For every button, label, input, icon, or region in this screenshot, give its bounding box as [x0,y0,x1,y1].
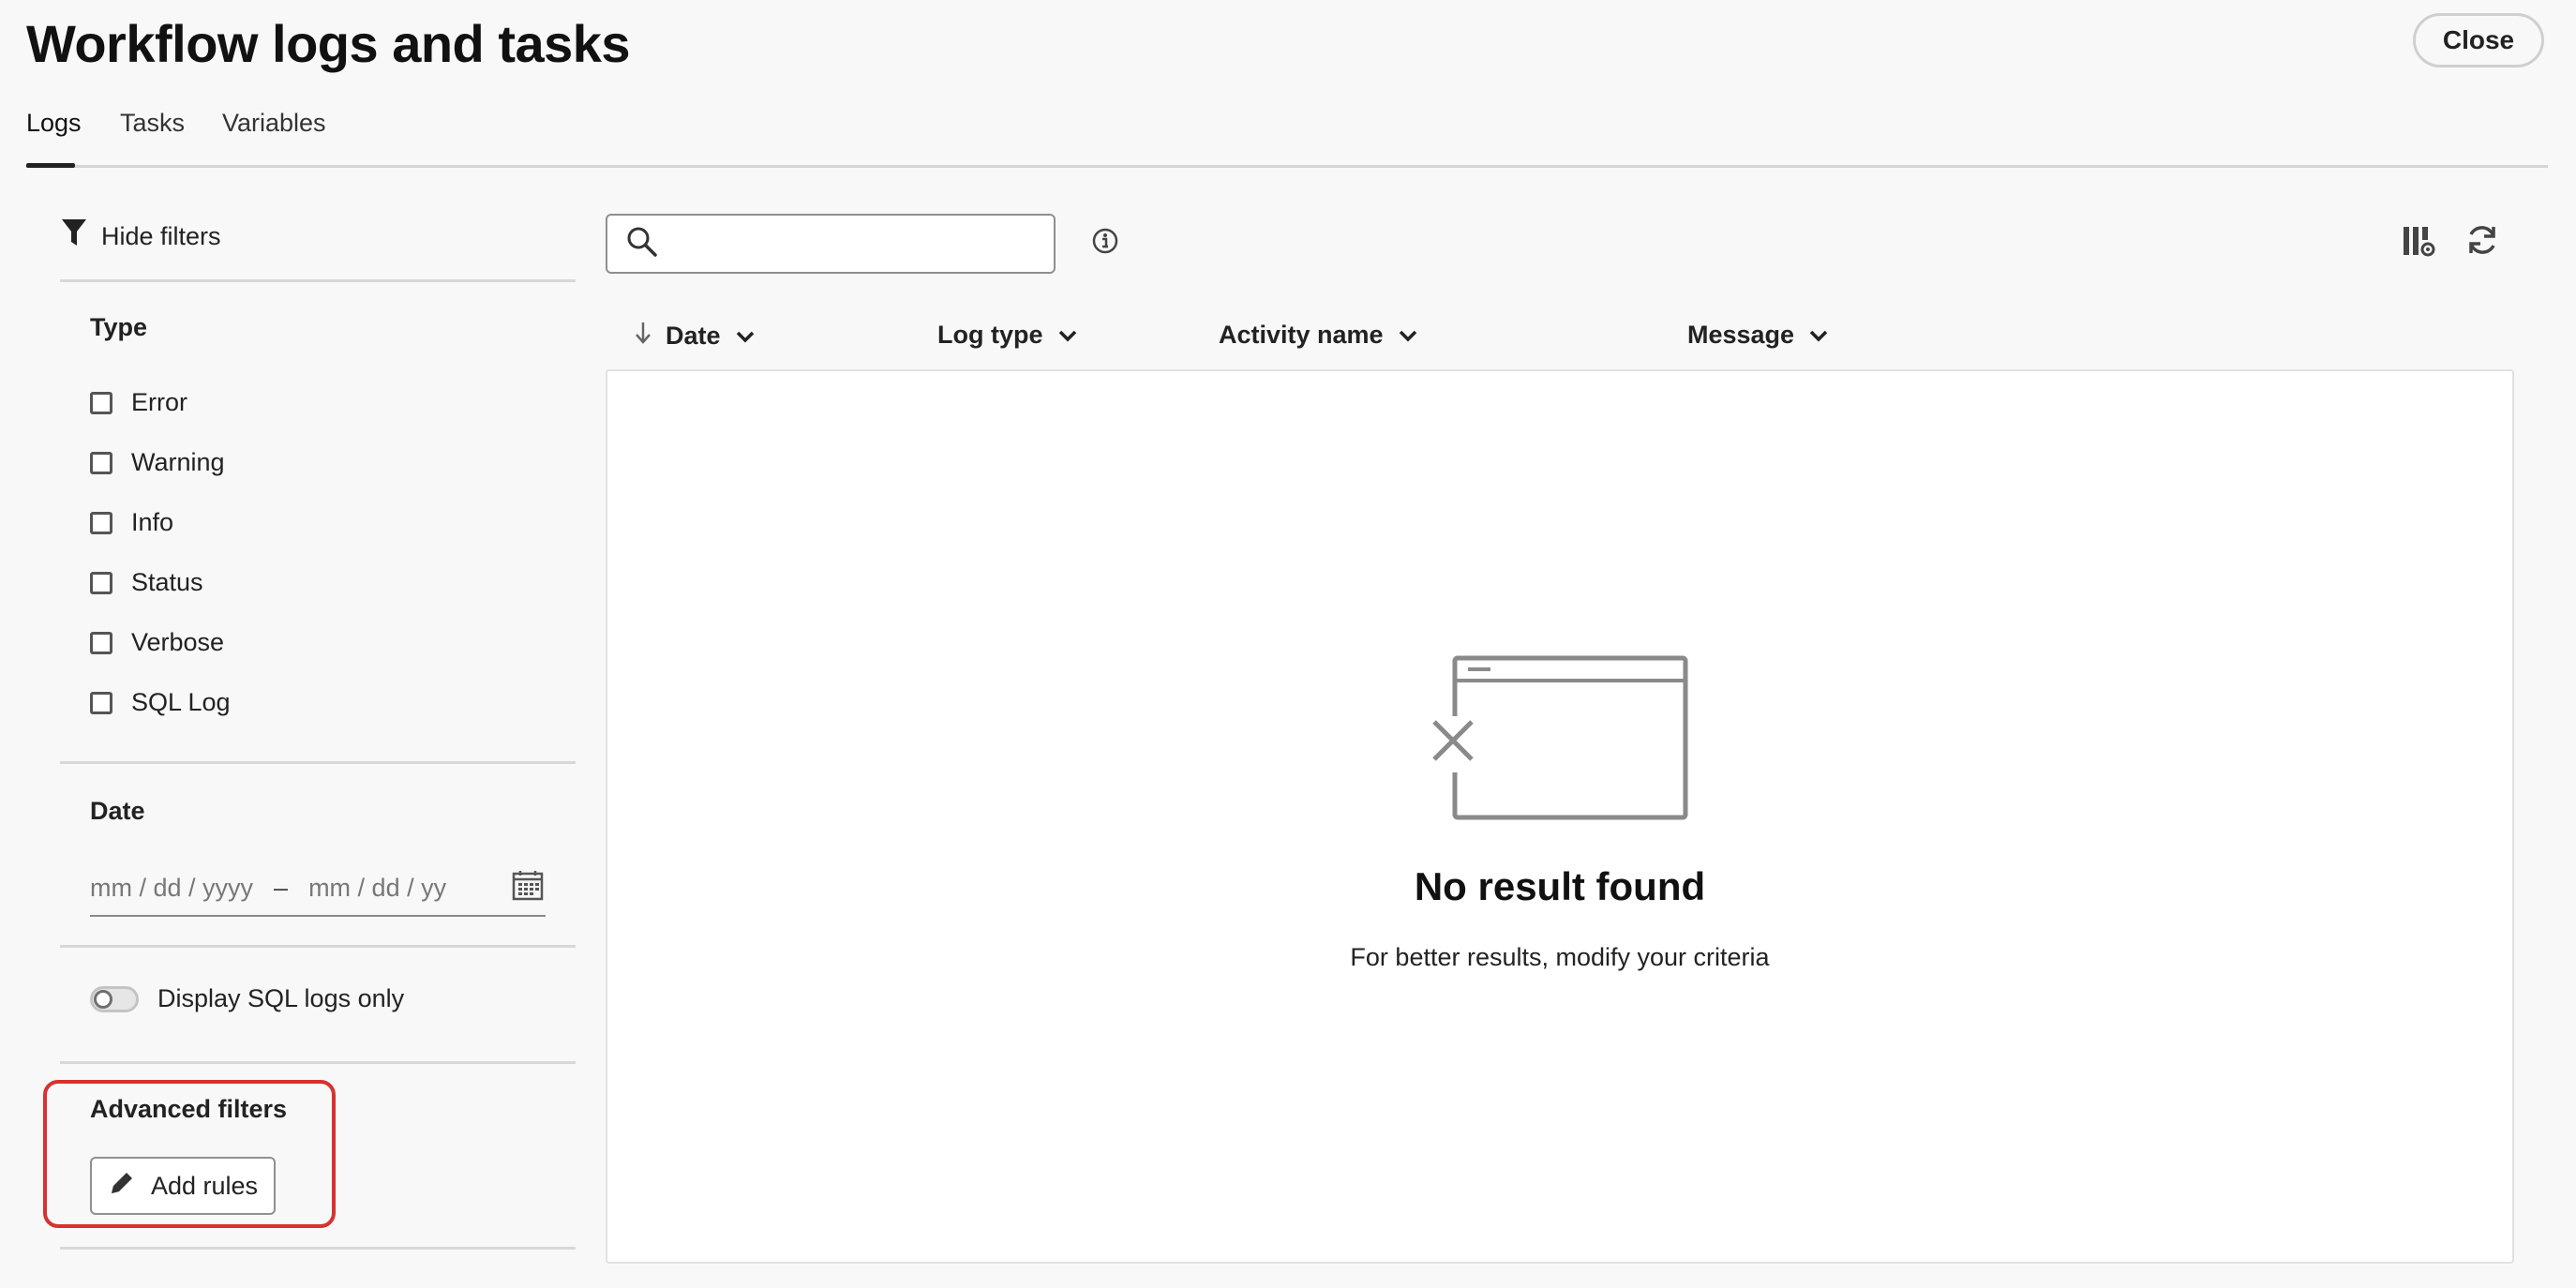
type-option-warning[interactable]: Warning [90,448,225,477]
type-option-verbose[interactable]: Verbose [90,628,224,657]
chevron-down-icon [1056,321,1079,350]
info-icon[interactable] [1089,225,1121,262]
date-range-field[interactable]: mm / dd / yyyy – mm / dd / yy [90,861,546,917]
empty-state-title: No result found [1414,864,1706,908]
type-option-label: SQL Log [131,688,231,716]
sidebar-divider [60,1247,576,1250]
column-header-log-type[interactable]: Log type [937,321,1079,350]
refresh-icon[interactable] [2464,221,2501,263]
sidebar-divider [60,279,576,282]
date-separator: – [274,873,289,902]
type-option-label: Info [131,508,174,536]
add-rules-label: Add rules [150,1171,259,1200]
type-option-status[interactable]: Status [90,568,203,597]
empty-window-icon [1427,651,1691,826]
type-option-sql-log[interactable]: SQL Log [90,688,231,717]
filter-icon [60,217,88,256]
column-header-activity-name[interactable]: Activity name [1219,321,1419,350]
chevron-down-icon [1397,321,1419,350]
verbose-checkbox[interactable] [90,631,112,654]
column-label: Activity name [1219,321,1384,349]
sidebar-divider [60,761,576,764]
sql-logs-toggle[interactable] [90,985,139,1012]
advanced-filters-title: Advanced filters [90,1095,288,1123]
toggle-knob [94,989,112,1009]
type-option-error[interactable]: Error [90,388,187,417]
calendar-icon[interactable] [512,869,544,907]
hide-filters-button[interactable]: Hide filters [60,217,221,256]
info-checkbox[interactable] [90,511,112,534]
warning-checkbox[interactable] [90,451,112,474]
add-rules-button[interactable]: Add rules [90,1157,276,1215]
page-title: Workflow logs and tasks [26,14,631,73]
end-date-input[interactable]: mm / dd / yy [308,874,446,903]
type-option-label: Status [131,568,203,596]
pencil-icon [108,1169,136,1204]
date-section-title: Date [90,797,145,825]
search-icon [626,226,658,262]
hide-filters-label: Hide filters [101,222,221,250]
tab-variables[interactable]: Variables [222,109,326,138]
column-label: Log type [937,321,1043,349]
type-option-label: Verbose [131,628,225,656]
column-label: Date [666,322,721,350]
close-button[interactable]: Close [2413,13,2544,67]
type-option-info[interactable]: Info [90,508,173,537]
sql-logs-toggle-label: Display SQL logs only [157,984,405,1012]
error-checkbox[interactable] [90,391,112,414]
sidebar-divider [60,945,576,948]
column-settings-icon[interactable] [2400,223,2437,265]
status-checkbox[interactable] [90,571,112,594]
type-section-title: Type [90,313,148,341]
tab-selected-indicator [26,163,75,168]
sql-log-checkbox[interactable] [90,691,112,714]
type-option-label: Warning [131,448,225,476]
search-field[interactable] [606,214,1056,274]
type-option-label: Error [131,388,187,416]
sidebar-divider [60,1061,576,1064]
tab-logs[interactable]: Logs [26,109,82,138]
sql-logs-toggle-row: Display SQL logs only [90,984,404,1013]
column-header-message[interactable]: Message [1687,321,1830,350]
chevron-down-icon [734,322,756,351]
column-header-date[interactable]: Date [634,321,756,352]
empty-state-subtitle: For better results, modify your criteria [1350,943,1770,971]
chevron-down-icon [1807,321,1830,350]
search-input[interactable] [671,228,1031,260]
tabs-divider [26,165,2548,168]
arrow-down-icon [634,321,652,352]
column-label: Message [1687,321,1795,349]
tab-tasks[interactable]: Tasks [120,109,185,138]
start-date-input[interactable]: mm / dd / yyyy [90,874,253,903]
